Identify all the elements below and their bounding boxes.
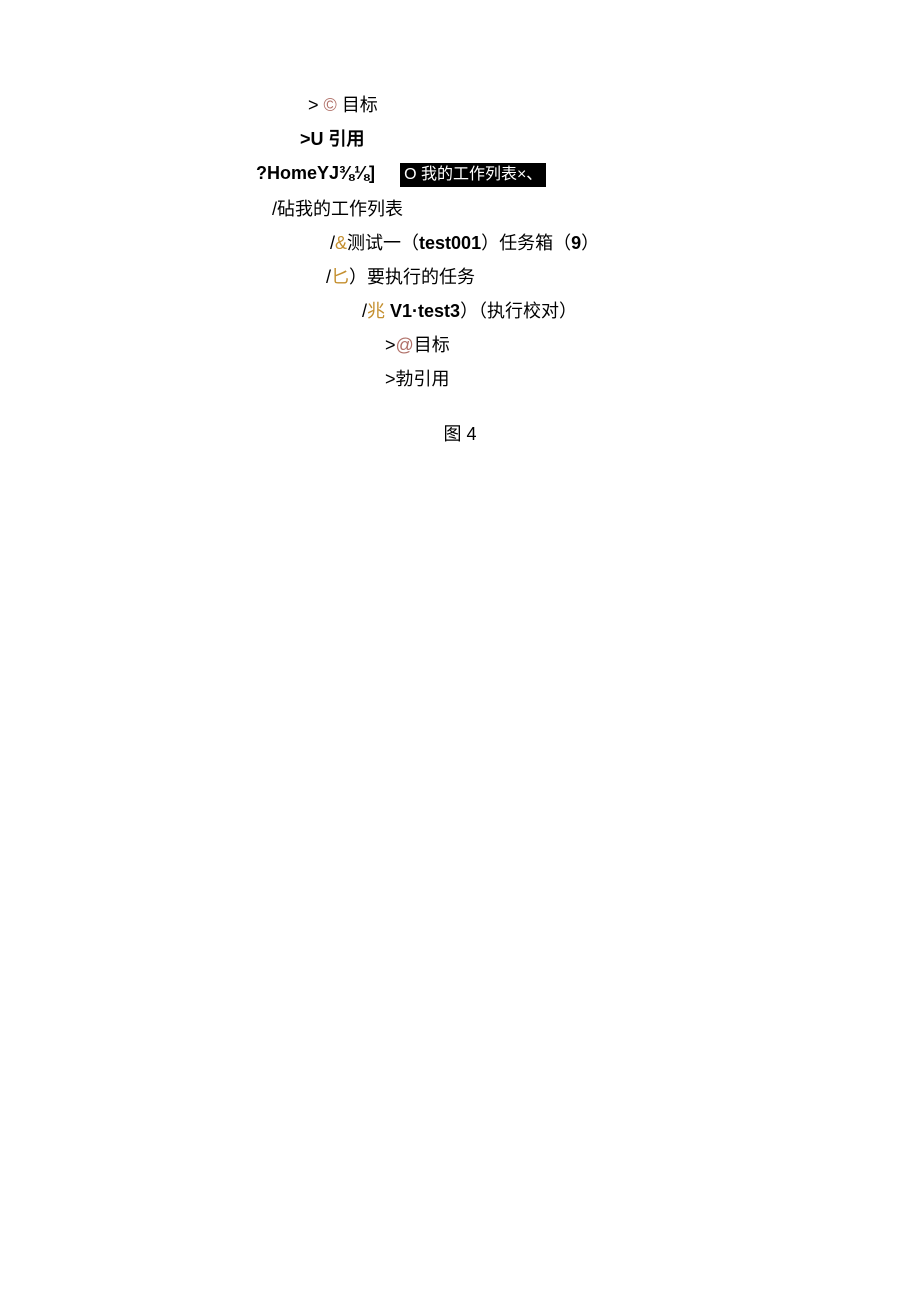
label-proofread: ）（执行校对）: [460, 301, 577, 321]
label-quote: 引用: [329, 129, 365, 149]
prefix-angle: >: [385, 369, 396, 389]
label-home: ?HomeYJ⅜⅛]: [256, 163, 375, 183]
label-taskbox-count: 9: [571, 233, 581, 253]
document-page: > © 目标 >U 引用 ?HomeYJ⅜⅛] O 我的工作列表×、 /砧我的工…: [0, 0, 920, 446]
tree-item-worklist: /砧我的工作列表: [0, 192, 920, 226]
ampersand-icon: &: [335, 233, 347, 253]
label-v1test3: V1·test3: [390, 301, 460, 321]
label-my-worklist: 我的工作列表: [295, 199, 403, 219]
tree-item-quote-2: >勃引用: [0, 362, 920, 396]
figure-caption: 图 4: [0, 420, 920, 446]
prefix-angle: >: [385, 335, 396, 355]
label-taskbox-close: ）: [581, 233, 599, 253]
prefix-angle: >: [308, 95, 319, 115]
tree-item-test001: /&测试一（test001）任务箱（9）: [0, 226, 920, 260]
label-test1-pre: 测试一（: [347, 233, 419, 253]
worklist-tab-badge: O 我的工作列表×、: [400, 163, 546, 187]
row-home-worklist: ?HomeYJ⅜⅛] O 我的工作列表×、: [0, 156, 920, 190]
glyph-zhao: 兆: [367, 301, 390, 321]
tree-item-target-1: > © 目标: [0, 88, 920, 122]
prefix-u: >U: [300, 129, 329, 149]
glyph-anvil: 砧: [277, 199, 295, 219]
copyright-icon: ©: [324, 95, 337, 115]
label-to-execute: ）要执行的任务: [349, 267, 475, 287]
tree-item-to-execute: /匕）要执行的任务: [0, 260, 920, 294]
tree-item-target-2: >@目标: [0, 328, 920, 362]
label-test001: test001: [419, 233, 481, 253]
glyph-bi: 匕: [331, 267, 349, 287]
label-quote: 引用: [414, 369, 450, 389]
tree-item-v1test3: /兆 V1·test3）（执行校对）: [0, 294, 920, 328]
tree-item-quote-1: >U 引用: [0, 122, 920, 156]
label-target: 目标: [414, 335, 450, 355]
label-taskbox-open: ）任务箱（: [481, 233, 571, 253]
at-icon: @: [396, 335, 414, 355]
glyph-bo: 勃: [396, 369, 414, 389]
label-target: 目标: [342, 95, 378, 115]
